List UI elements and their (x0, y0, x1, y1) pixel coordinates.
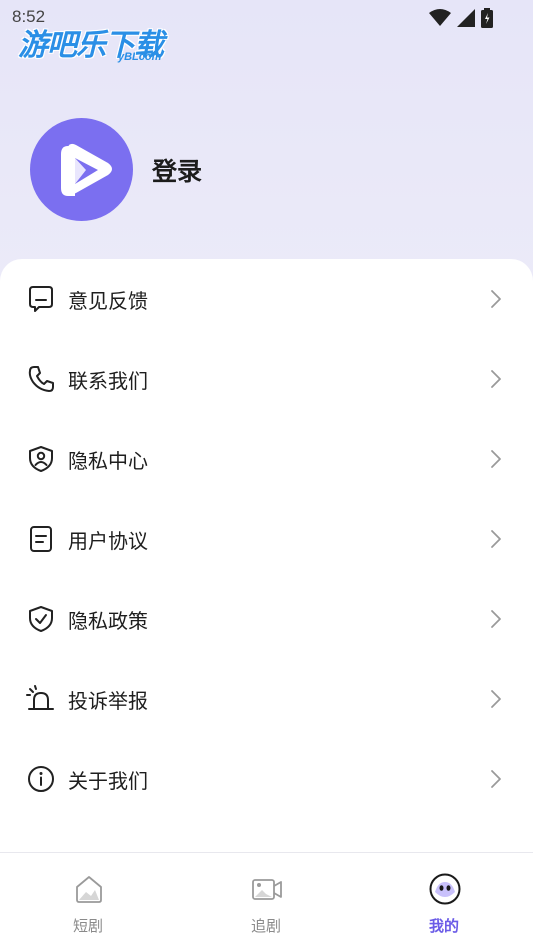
menu-label-user-agreement: 用户协议 (68, 528, 148, 553)
watermark-sub-text: yBLcom (118, 51, 162, 63)
info-icon (28, 766, 54, 792)
chevron-right-icon (491, 610, 501, 628)
wifi-icon (429, 9, 451, 26)
menu-item-report[interactable]: 投诉举报 (0, 659, 533, 739)
chevron-right-icon (491, 530, 501, 548)
chevron-right-icon (491, 690, 501, 708)
phone-icon (28, 366, 54, 392)
tab-short-drama[interactable]: 短剧 (18, 853, 158, 948)
menu-item-privacy-policy[interactable]: 隐私政策 (0, 579, 533, 659)
avatar[interactable] (30, 118, 133, 221)
menu-label-privacy-center: 隐私中心 (68, 448, 148, 473)
menu-item-feedback[interactable]: 意见反馈 (0, 259, 533, 339)
watermark-logo: 游吧乐下载 yBLcom (18, 20, 188, 66)
play-logo-icon (61, 143, 112, 196)
profile-header[interactable]: 登录 (30, 118, 202, 221)
menu-label-privacy-policy: 隐私政策 (68, 608, 148, 633)
tab-label-mine: 我的 (428, 917, 459, 935)
menu-label-report: 投诉举报 (68, 688, 148, 713)
chevron-right-icon (491, 770, 501, 788)
login-link[interactable]: 登录 (152, 152, 202, 188)
menu-item-contact[interactable]: 联系我们 (0, 339, 533, 419)
document-icon (30, 526, 52, 552)
profile-face-icon (429, 873, 461, 905)
home-icon (76, 876, 102, 903)
shield-check-icon (29, 606, 53, 632)
battery-icon (481, 8, 493, 28)
menu-label-contact: 联系我们 (68, 368, 148, 393)
settings-menu: 意见反馈 联系我们 隐私中心 用户协议 隐私政策 投诉举报 关于我们 (0, 259, 533, 859)
chevron-right-icon (491, 290, 501, 308)
alarm-icon (26, 685, 54, 710)
tab-follow-drama[interactable]: 追剧 (196, 853, 336, 948)
menu-item-about[interactable]: 关于我们 (0, 739, 533, 819)
tab-mine[interactable]: 我的 (374, 853, 514, 948)
tab-label-follow-drama: 追剧 (250, 917, 281, 935)
chevron-right-icon (491, 370, 501, 388)
feedback-icon (29, 286, 53, 312)
menu-item-privacy-center[interactable]: 隐私中心 (0, 419, 533, 499)
chevron-right-icon (491, 450, 501, 468)
privacy-shield-icon (29, 446, 53, 472)
menu-label-about: 关于我们 (68, 768, 148, 793)
menu-label-feedback: 意见反馈 (68, 288, 148, 313)
menu-item-user-agreement[interactable]: 用户协议 (0, 499, 533, 579)
tab-label-short-drama: 短剧 (72, 917, 103, 935)
bottom-tab-bar: 短剧 追剧 我的 (0, 852, 533, 948)
signal-icon (457, 9, 475, 27)
video-icon (252, 879, 282, 900)
status-icons (429, 8, 493, 28)
